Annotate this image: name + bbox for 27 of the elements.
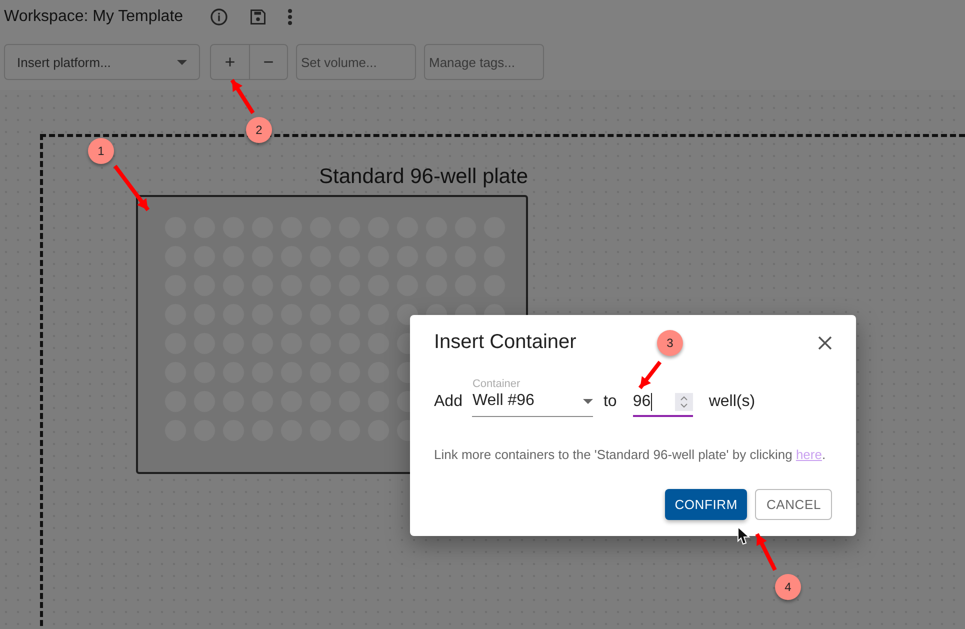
arrow <box>230 78 255 114</box>
save-icon[interactable] <box>249 8 268 26</box>
add-label: Add <box>434 393 462 412</box>
caret-icon <box>583 398 594 404</box>
container-select[interactable]: Container Well #96 <box>472 378 594 417</box>
arrow <box>755 533 777 571</box>
workspace-title: Workspace: My Template <box>4 8 184 26</box>
volume-field[interactable]: Set volume... <box>296 44 416 80</box>
tags-field[interactable]: Manage tags... <box>424 44 544 80</box>
close-icon[interactable] <box>818 336 832 350</box>
link-note: Link more containers to the 'Standard 96-well plate' by clicking here. <box>434 447 827 462</box>
arrow <box>113 164 150 212</box>
more-icon[interactable] <box>287 8 294 26</box>
platform-select[interactable]: Insert platform... <box>4 44 200 80</box>
cancel-button[interactable]: CANCEL <box>755 489 832 520</box>
add-button[interactable]: + <box>211 45 249 79</box>
plate-title: Standard 96-well plate <box>319 165 528 189</box>
dialog-title: Insert Container <box>434 331 576 354</box>
caret-icon <box>177 60 187 64</box>
arrow <box>638 360 662 390</box>
spinner-icon[interactable] <box>674 393 693 411</box>
info-icon[interactable] <box>209 7 230 27</box>
confirm-button[interactable]: CONFIRM <box>664 489 748 520</box>
to-label: to <box>603 393 617 412</box>
remove-button[interactable]: − <box>249 45 287 79</box>
count-field[interactable]: 96 <box>632 393 693 417</box>
wells-label: well(s) <box>708 393 756 412</box>
